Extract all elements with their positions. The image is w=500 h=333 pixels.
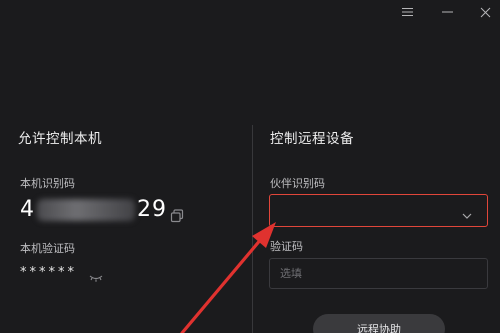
local-password-value: ****** [20,265,77,280]
local-id-value: 4 29 [20,197,167,222]
redacted-blur [37,198,135,221]
remote-assist-button[interactable]: 远程协助 [313,314,445,333]
copy-icon[interactable] [170,208,184,223]
local-id-label: 本机识别码 [20,177,75,190]
local-password-label: 本机验证码 [20,242,75,255]
partner-id-input[interactable] [269,194,488,227]
allow-control-title: 允许控制本机 [18,131,102,147]
allow-control-panel: 允许控制本机 本机识别码 4 29 本机验证码 ****** [0,0,250,333]
verification-code-label: 验证码 [270,240,303,253]
local-id-start: 4 [20,197,35,222]
chevron-down-icon[interactable] [461,206,473,219]
partner-id-label: 伙伴识别码 [270,177,325,190]
eye-closed-icon[interactable] [89,268,103,282]
minimize-icon[interactable] [432,0,462,24]
remote-control-title: 控制远程设备 [270,131,354,147]
remote-desktop-window: 允许控制本机 本机识别码 4 29 本机验证码 ****** 控制远程设备 伙伴识… [0,0,500,333]
verification-code-input[interactable] [269,258,488,289]
local-id-end: 29 [137,197,167,222]
menu-icon[interactable] [392,0,422,24]
panel-divider [252,125,253,333]
close-icon[interactable] [470,0,500,24]
